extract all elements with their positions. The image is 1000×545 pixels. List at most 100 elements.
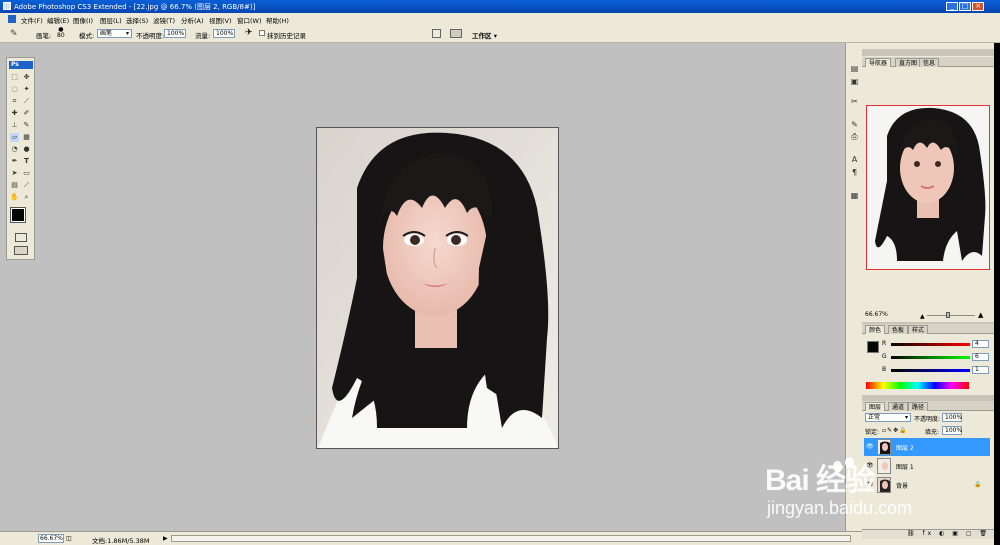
history-brush-tool-icon[interactable]: ✎ [22, 121, 31, 130]
brush-tool-icon[interactable]: ✐ [22, 109, 31, 118]
blur-tool-icon[interactable]: ◔ [10, 145, 19, 154]
menu-edit[interactable]: 编辑(E) [47, 15, 69, 25]
navigator-preview[interactable] [866, 105, 990, 270]
navigator-slider-thumb[interactable] [946, 312, 950, 318]
document-canvas[interactable] [316, 127, 559, 449]
workspace-menu[interactable]: 工作区 ▾ [472, 30, 497, 40]
lock-options-icons[interactable]: ▫✎✥🔒 [882, 427, 908, 434]
blend-mode-select[interactable]: 正常 ▾ [865, 413, 911, 422]
quick-mask-icon[interactable] [15, 233, 27, 242]
visibility-eye-icon[interactable]: 👁 [866, 443, 874, 451]
menu-file[interactable]: 文件(F) [21, 15, 43, 25]
zoom-in-icon[interactable]: ▲ [978, 311, 983, 319]
marquee-tool-icon[interactable]: ⬚ [10, 73, 19, 82]
layers-footer-icons[interactable]: ⛓ fx ◐ ▣ ▢ 🗑 [862, 529, 994, 539]
path-selection-tool-icon[interactable]: ➤ [10, 169, 19, 178]
layer-opacity-input[interactable]: 100% [942, 413, 962, 422]
tab-styles[interactable]: 样式 [908, 325, 929, 334]
collapsed-panel-dock: ▤ ▣ ✂ ✎ ⎙ A ¶ ▦ [845, 43, 862, 531]
mode-select[interactable]: 画笔 ▾ [97, 29, 132, 38]
history-checkbox[interactable] [259, 30, 265, 36]
crop-tool-icon[interactable]: ⌗ [10, 97, 19, 106]
magic-wand-tool-icon[interactable]: ✦ [22, 85, 31, 94]
color-foreground-swatch[interactable] [867, 341, 879, 353]
lock-icon: 🔒 [974, 481, 982, 488]
maximize-button[interactable]: □ [959, 2, 971, 11]
zoom-level-field[interactable]: 66.67% [38, 534, 64, 543]
layer-row[interactable]: 👁 背景 🔒 [864, 476, 990, 494]
type-tool-icon[interactable]: T [22, 157, 31, 166]
menu-layer[interactable]: 图层(L) [100, 15, 122, 25]
green-value[interactable]: 6 [972, 353, 989, 361]
navigator-zoom-slider[interactable] [927, 315, 975, 316]
navigator-zoom[interactable]: 66.67% [865, 311, 888, 318]
document-icon[interactable] [8, 15, 16, 23]
zoom-out-icon[interactable]: ▲ [920, 313, 925, 320]
flow-input[interactable]: 100% [213, 29, 235, 38]
tab-navigator[interactable]: 导航器 [865, 58, 892, 67]
panel-grip[interactable] [862, 49, 994, 56]
brush-palette-icon[interactable] [432, 29, 441, 38]
close-button[interactable]: × [972, 2, 984, 11]
fill-input[interactable]: 100% [942, 426, 962, 435]
tools-preset-icon[interactable]: ✂ [849, 97, 860, 107]
red-slider[interactable] [891, 343, 970, 346]
tab-paths[interactable]: 路径 [908, 402, 929, 411]
brushes-icon[interactable]: ✎ [849, 120, 860, 130]
clone-stamp-tool-icon[interactable]: ⊥ [10, 121, 19, 130]
character-icon[interactable]: A [849, 155, 860, 165]
menu-select[interactable]: 选择(S) [126, 15, 148, 25]
ps-logo: Ps [9, 61, 33, 69]
brush-preset-picker[interactable]: ● 80 [57, 27, 65, 39]
screen-mode-icon[interactable] [14, 246, 28, 255]
history-icon[interactable]: ▣ [849, 77, 860, 87]
eraser-tool-icon[interactable]: ▱ [10, 133, 19, 142]
tab-info[interactable]: 信息 [919, 58, 940, 67]
tab-channels[interactable]: 通道 [888, 402, 909, 411]
layer-row[interactable]: 👁 图层 1 [864, 457, 990, 475]
tab-layers[interactable]: 图层 [865, 402, 886, 411]
tab-swatches[interactable]: 色板 [888, 325, 909, 334]
red-value[interactable]: 4 [972, 340, 989, 348]
shape-tool-icon[interactable]: ▭ [22, 169, 31, 178]
menu-image[interactable]: 图像(I) [73, 15, 93, 25]
tab-histogram[interactable]: 直方图 [895, 58, 922, 67]
portrait-photo [317, 128, 558, 448]
tool-preset-icon[interactable] [450, 29, 462, 38]
airbrush-icon[interactable]: ✈ [245, 28, 253, 38]
move-tool-icon[interactable]: ✥ [22, 73, 31, 82]
paragraph-icon[interactable]: ¶ [849, 168, 860, 178]
layer-comps-icon[interactable]: ▤ [849, 64, 860, 74]
menu-analysis[interactable]: 分析(A) [181, 15, 204, 25]
visibility-eye-icon[interactable]: 👁 [866, 481, 874, 489]
blue-value[interactable]: 1 [972, 366, 989, 374]
horizontal-scrollbar[interactable] [171, 535, 851, 542]
hand-tool-icon[interactable]: ✋ [10, 193, 19, 202]
layer-row[interactable]: 👁 图层 2 [864, 438, 990, 456]
status-menu-arrow-icon[interactable]: ▶ [163, 535, 168, 542]
slice-tool-icon[interactable]: ⟋ [22, 97, 31, 106]
history-brush-tool-icon[interactable]: ✎ [10, 29, 18, 39]
menu-filter[interactable]: 滤镜(T) [153, 15, 175, 25]
foreground-color-swatch[interactable] [10, 207, 26, 223]
menu-view[interactable]: 视图(V) [209, 15, 232, 25]
opacity-input[interactable]: 100% [164, 29, 186, 38]
pen-tool-icon[interactable]: ✒ [10, 157, 19, 166]
notes-tool-icon[interactable]: ▤ [10, 181, 19, 190]
lasso-tool-icon[interactable]: ◌ [10, 85, 19, 94]
tab-color[interactable]: 颜色 [865, 325, 886, 334]
clone-source-icon[interactable]: ⎙ [849, 132, 860, 142]
menu-window[interactable]: 窗口(W) [237, 15, 262, 25]
menu-help[interactable]: 帮助(H) [266, 15, 289, 25]
healing-brush-tool-icon[interactable]: ✚ [10, 109, 19, 118]
color-spectrum-bar[interactable] [866, 382, 969, 389]
zoom-tool-icon[interactable]: ⌕ [22, 193, 31, 202]
visibility-eye-icon[interactable]: 👁 [866, 462, 874, 470]
blue-slider[interactable] [891, 369, 970, 372]
green-slider[interactable] [891, 356, 970, 359]
minimize-button[interactable]: _ [946, 2, 958, 11]
dodge-tool-icon[interactable]: ● [22, 145, 31, 154]
gradient-tool-icon[interactable]: ▦ [22, 133, 31, 142]
eyedropper-tool-icon[interactable]: ⟋ [22, 181, 31, 190]
info-icon[interactable]: ▦ [849, 191, 860, 201]
